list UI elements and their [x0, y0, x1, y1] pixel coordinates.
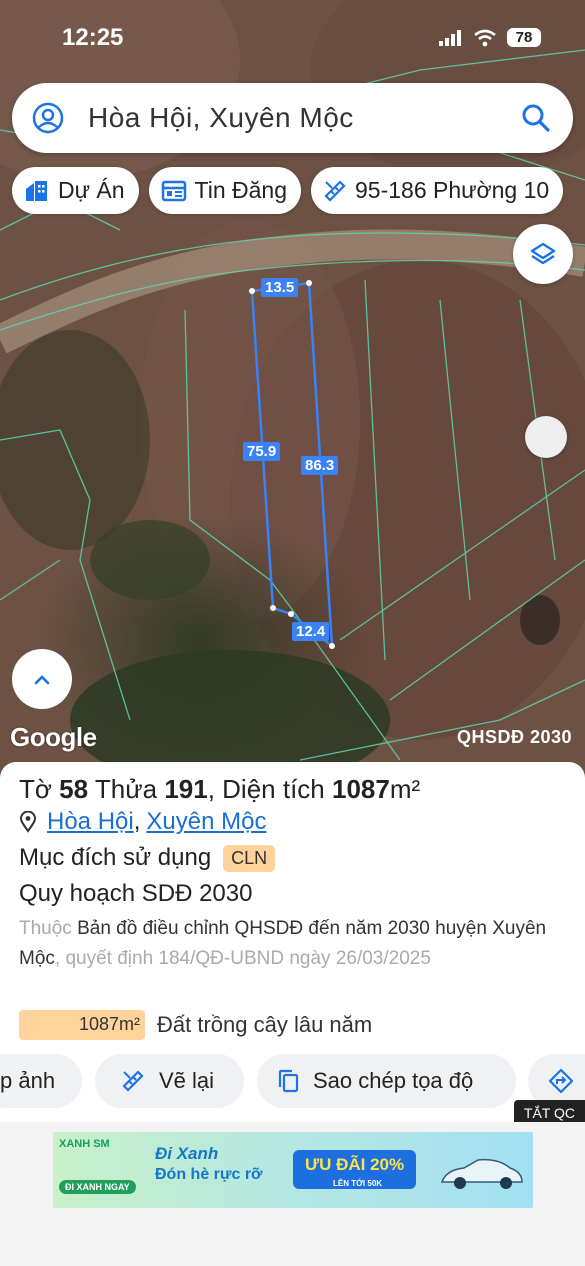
- desc-suffix: , quyết định 184/QĐ-UBND ngày 26/03/2025: [54, 948, 431, 969]
- dimension-right: 86.3: [301, 456, 339, 475]
- expand-up-button[interactable]: [12, 649, 72, 709]
- ad-offer-sub: LÊN TỚI 50K: [333, 1179, 383, 1188]
- chip-label: Tin Đăng: [194, 177, 288, 203]
- title-area-prefix: , Diện tích: [207, 774, 325, 804]
- chip-tin-dang[interactable]: Tin Đăng: [148, 167, 302, 214]
- search-query[interactable]: Hòa Hội, Xuyên Mộc: [88, 102, 354, 134]
- ad-banner[interactable]: XANH SM ĐI XANH NGAY Đi Xanh Đón hè rực …: [53, 1132, 533, 1208]
- chip-ruler[interactable]: 95-186 Phường 10: [311, 167, 564, 214]
- action-row: p ảnh Vẽ lại Sao chép tọa độ: [0, 1054, 585, 1110]
- redraw-button[interactable]: Vẽ lại: [95, 1054, 244, 1108]
- status-bar: 12:25 78: [0, 0, 585, 70]
- title-prefix: Tờ: [19, 774, 52, 804]
- action-label: Sao chép tọa độ: [313, 1068, 474, 1093]
- user-icon[interactable]: [32, 102, 64, 134]
- layers-icon: [530, 242, 556, 265]
- parcel-number: 191: [164, 774, 208, 804]
- purpose-badge: CLN: [223, 844, 276, 872]
- location-row: Hòa Hội , Xuyên Mộc: [19, 808, 266, 836]
- listing-icon: [161, 180, 186, 201]
- status-icons: 78: [439, 28, 541, 47]
- pin-icon: [19, 811, 37, 833]
- chip-label: Dự Án: [58, 177, 125, 203]
- chip-du-an[interactable]: Dự Án: [12, 167, 139, 214]
- area-row: 1087m² Đất trồng cây lâu năm: [19, 1010, 372, 1040]
- area-bar: 1087m²: [19, 1010, 145, 1040]
- search-icon[interactable]: [521, 103, 551, 133]
- ad-headline-2: Đón hè rực rỡ: [155, 1166, 263, 1183]
- side-handle[interactable]: [525, 416, 567, 458]
- photo-button[interactable]: p ảnh: [0, 1054, 82, 1108]
- car-icon: [440, 1158, 523, 1189]
- battery-indicator: 78: [507, 28, 541, 47]
- status-time: 12:25: [62, 24, 124, 51]
- copy-icon: [278, 1069, 299, 1093]
- filter-chips: Dự Án Tin Đăng 95-186 Phường 10: [12, 167, 564, 214]
- parcel-title: Tờ 58 Thửa 191, Diện tích 1087m²: [19, 774, 420, 805]
- layers-button[interactable]: [513, 224, 573, 284]
- ruler-icon: [324, 179, 346, 202]
- action-label: p ảnh: [0, 1068, 56, 1093]
- ad-headline-1: Đi Xanh: [155, 1144, 219, 1163]
- copy-coordinates-button[interactable]: Sao chép tọa độ: [257, 1054, 516, 1108]
- chip-label: 95-186 Phường 10: [355, 177, 550, 203]
- location-separator: ,: [133, 808, 141, 835]
- plan-title: Quy hoạch SDĐ 2030: [19, 880, 253, 907]
- action-label: Vẽ lại: [159, 1068, 215, 1093]
- ad-cta: ĐI XANH NGAY: [59, 1180, 136, 1194]
- ad-area: XANH SM ĐI XANH NGAY Đi Xanh Đón hè rực …: [0, 1122, 585, 1266]
- wifi-icon: [474, 29, 496, 46]
- dimension-left: 75.9: [243, 442, 281, 461]
- area-unit: m²: [389, 774, 421, 804]
- google-logo: Google: [10, 722, 97, 752]
- ad-brand: XANH SM: [59, 1138, 110, 1150]
- chevron-up-icon: [34, 675, 50, 685]
- plan-description: Thuộc Bản đồ điều chỉnh QHSDĐ đến năm 20…: [19, 914, 559, 974]
- map-mode-label: QHSDĐ 2030: [456, 727, 572, 747]
- search-bar[interactable]: Hòa Hội, Xuyên Mộc: [12, 83, 573, 153]
- ruler-icon: [122, 1070, 144, 1092]
- building-icon: [26, 180, 47, 201]
- desc-prefix: Thuộc: [19, 918, 72, 939]
- parcel-info-panel: Tờ 58 Thửa 191, Diện tích 1087m² Hòa Hội…: [0, 762, 585, 1266]
- purpose-label: Mục đích sử dụng: [19, 844, 212, 871]
- sheet-number: 58: [59, 774, 89, 804]
- dimension-bottom: 12.4: [292, 622, 330, 641]
- map-view[interactable]: 13.5 75.9 86.3 12.4 12:25 78 Hòa Hội, Xu…: [0, 0, 585, 790]
- area-value: 1087: [332, 774, 390, 804]
- dimension-top: 13.5: [261, 278, 299, 297]
- directions-icon: [548, 1068, 574, 1094]
- title-mid: Thửa: [94, 774, 158, 804]
- signal-icon: [439, 29, 461, 46]
- purpose-row: Mục đích sử dụng CLN: [19, 844, 276, 872]
- land-type-label: Đất trồng cây lâu năm: [157, 1012, 373, 1037]
- district-link[interactable]: Xuyên Mộc: [146, 808, 266, 836]
- commune-link[interactable]: Hòa Hội: [47, 808, 134, 836]
